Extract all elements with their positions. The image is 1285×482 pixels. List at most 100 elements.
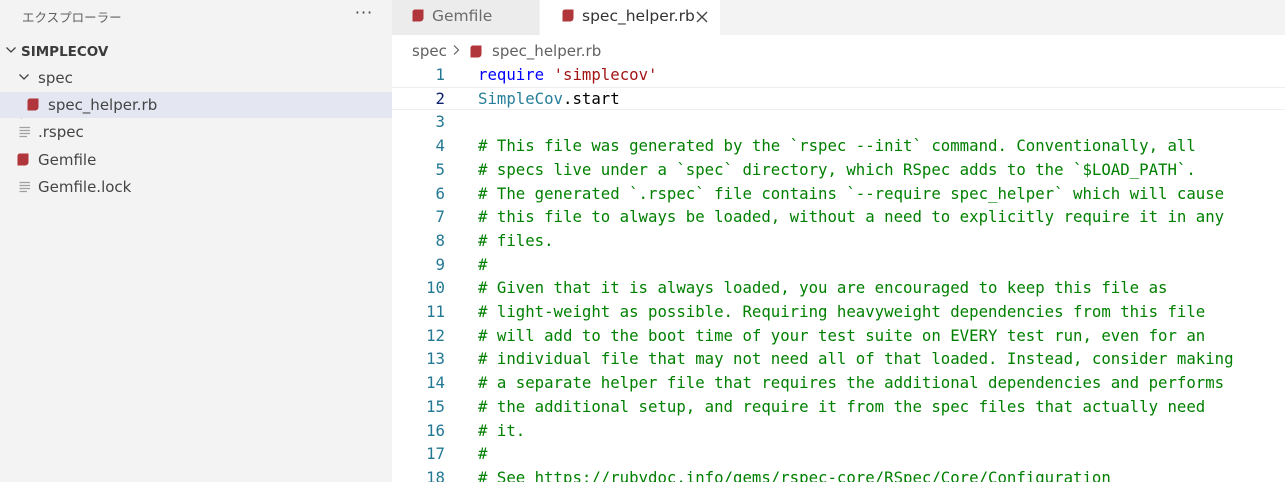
code-token: require	[478, 65, 545, 84]
code-line[interactable]: 1 require 'simplecov'	[392, 63, 1285, 87]
tree-item-label: Gemfile.lock	[38, 178, 132, 196]
tree-item-spec-folder[interactable]: spec	[0, 65, 392, 91]
code-text: # Given that it is always loaded, you ar…	[478, 276, 1167, 300]
line-number: 3	[435, 112, 445, 132]
code-text: # The generated `.rspec` file contains `…	[478, 182, 1224, 206]
code-line[interactable]: 15 # the additional setup, and require it…	[392, 395, 1285, 419]
code-token: #	[478, 254, 488, 274]
tree-item-label: Gemfile	[38, 151, 97, 169]
ruby-icon	[27, 98, 39, 111]
ruby-icon	[17, 153, 29, 166]
code-line[interactable]: 10 # Given that it is always loaded, you …	[392, 276, 1285, 300]
line-number: 13	[426, 349, 445, 369]
code-line[interactable]: 6 # The generated `.rspec` file contains …	[392, 182, 1285, 206]
code-line[interactable]: 8 # files.	[392, 229, 1285, 253]
code-token: # this file to always be loaded, without…	[478, 207, 1225, 227]
code-text: # See https://rubydoc.info/gems/rspec-co…	[478, 466, 1111, 482]
code-token: # it.	[478, 420, 526, 440]
code-editor[interactable]: 1 require 'simplecov' 2 SimpleCov.start 3 4 # …	[392, 61, 1285, 482]
line-number: 16	[426, 420, 445, 440]
code-text: # This file was generated by the `rspec …	[478, 134, 1196, 158]
code-token: # This file was generated by the `rspec …	[478, 136, 1196, 156]
tree-item-label: .rspec	[38, 123, 84, 141]
code-line[interactable]: 11 # light-weight as possible. Requiring …	[392, 300, 1285, 324]
line-number: 9	[435, 254, 445, 274]
ruby-icon	[412, 9, 424, 22]
tab-label: Gemfile	[432, 7, 493, 25]
tree-item-label: spec	[38, 69, 73, 87]
code-line[interactable]: 5 # specs live under a `spec` directory, …	[392, 158, 1285, 182]
code-token: 'simplecov'	[553, 65, 658, 84]
close-icon[interactable]	[693, 8, 711, 26]
code-line[interactable]: 14 # a separate helper file that requires…	[392, 371, 1285, 395]
line-number: 4	[435, 136, 445, 156]
line-number: 7	[435, 207, 445, 227]
code-text: # the additional setup, and require it f…	[478, 395, 1205, 419]
line-number: 1	[435, 65, 445, 84]
code-text: #	[478, 253, 487, 277]
code-line[interactable]: 2 SimpleCov.start	[392, 87, 1285, 111]
line-number: 8	[435, 230, 445, 250]
code-text: require 'simplecov'	[478, 63, 657, 87]
code-token: # specs live under a `spec` directory, w…	[478, 159, 1196, 179]
breadcrumb: spec spec_helper.rb	[392, 35, 1285, 61]
chevron-down-icon	[19, 74, 29, 80]
line-number: 14	[426, 373, 445, 393]
tab-spec-helper[interactable]: spec_helper.rb	[540, 0, 720, 35]
code-token: # individual file that may not need all …	[478, 349, 1234, 369]
code-line[interactable]: 13 # individual file that may not need al…	[392, 347, 1285, 371]
code-line[interactable]: 12 # will add to the boot time of your te…	[392, 324, 1285, 348]
more-actions-button[interactable]: ···	[352, 4, 376, 24]
code-line[interactable]: 18 # See https://rubydoc.info/gems/rspec-…	[392, 466, 1285, 482]
tab-gemfile[interactable]: Gemfile	[392, 0, 539, 35]
code-line[interactable]: 4 # This file was generated by the `rspec…	[392, 134, 1285, 158]
code-token: SimpleCov	[478, 88, 564, 108]
chevron-right-icon	[453, 45, 460, 55]
ruby-icon	[470, 45, 482, 58]
code-line[interactable]: 7 # this file to always be loaded, withou…	[392, 205, 1285, 229]
line-number: 15	[426, 396, 445, 416]
ruby-icon	[562, 9, 574, 22]
code-text: # will add to the boot time of your test…	[478, 324, 1205, 348]
root-folder-label: SIMPLECOV	[21, 44, 109, 60]
code-token: # Given that it is always loaded, you ar…	[478, 278, 1168, 298]
code-token: #	[478, 444, 488, 464]
code-text: # files.	[478, 229, 554, 253]
chevron-down-icon	[6, 47, 16, 53]
code-text: #	[478, 442, 487, 466]
breadcrumb-file[interactable]: spec_helper.rb	[492, 42, 601, 60]
line-number: 17	[426, 444, 445, 464]
tree-item-label: spec_helper.rb	[48, 96, 158, 114]
line-number: 2	[435, 88, 445, 108]
tree-root-folder[interactable]: SIMPLECOV	[0, 38, 392, 64]
code-text: # it.	[478, 419, 525, 443]
tree-item-rspec[interactable]: .rspec	[0, 119, 392, 145]
line-number: 5	[435, 159, 445, 179]
tab-label: spec_helper.rb	[582, 7, 695, 25]
code-line[interactable]: 17 #	[392, 442, 1285, 466]
code-token: # The generated `.rspec` file contains `…	[478, 183, 1225, 203]
lines-file-icon	[19, 126, 30, 138]
code-text: # individual file that may not need all …	[478, 347, 1234, 371]
breadcrumb-folder[interactable]: spec	[412, 42, 447, 60]
code-token: # the additional setup, and require it f…	[478, 396, 1206, 416]
code-text: SimpleCov.start	[478, 87, 620, 111]
line-number: 10	[426, 278, 445, 298]
tree-item-spec-helper[interactable]: spec_helper.rb	[0, 92, 392, 118]
code-line[interactable]: 9 #	[392, 253, 1285, 277]
code-text: # a separate helper file that requires t…	[478, 371, 1224, 395]
code-token: # See https://rubydoc.info/gems/rspec-co…	[478, 467, 1111, 482]
code-text: # light-weight as possible. Requiring he…	[478, 300, 1205, 324]
explorer-title: エクスプローラー	[22, 10, 122, 25]
code-line[interactable]: 16 # it.	[392, 419, 1285, 443]
explorer-sidebar: エクスプローラー ··· SIMPLECOV spec spec_helper.…	[0, 0, 392, 482]
explorer-header: エクスプローラー ···	[0, 0, 392, 34]
lines-file-icon	[19, 181, 30, 193]
code-token: .start	[563, 88, 620, 108]
code-token: # files.	[478, 230, 554, 250]
code-token: # will add to the boot time of your test…	[478, 325, 1206, 345]
tree-item-gemfile[interactable]: Gemfile	[0, 147, 392, 173]
tree-item-gemfile-lock[interactable]: Gemfile.lock	[0, 174, 392, 200]
code-line[interactable]: 3	[392, 110, 1285, 134]
